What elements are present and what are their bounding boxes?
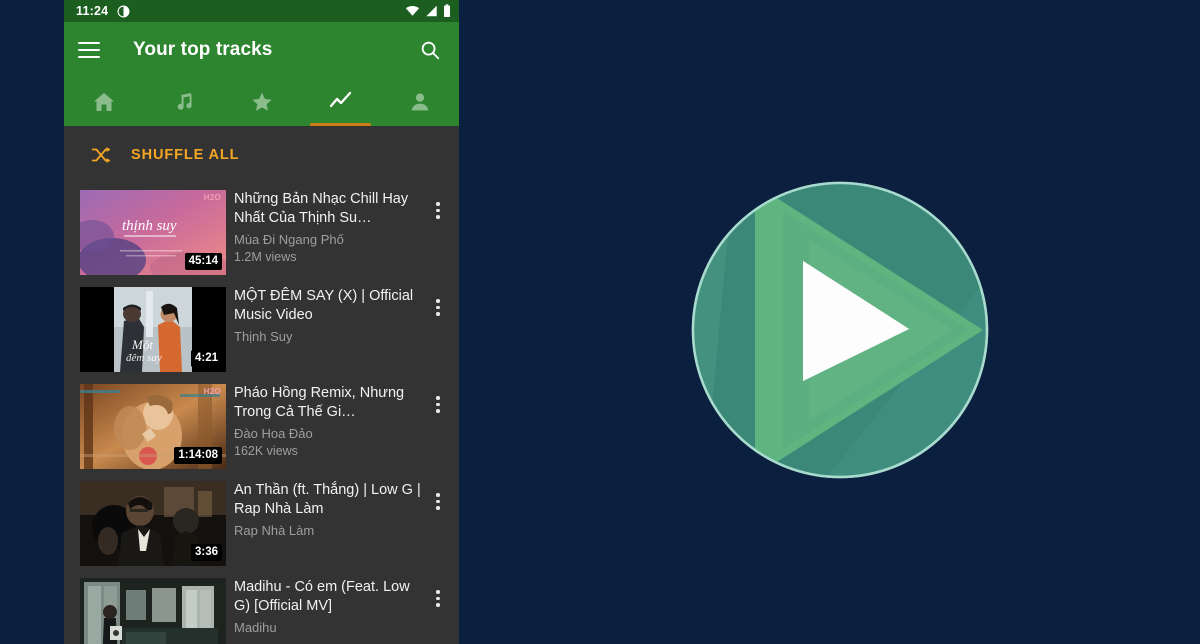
tab-active-indicator — [310, 123, 371, 126]
hd-badge: H2O — [203, 387, 221, 396]
tab-bar — [64, 78, 459, 126]
duration-badge: 1:14:08 — [174, 446, 222, 464]
track-artist: Madihu — [234, 620, 277, 635]
track-row[interactable]: Một đêm say 4:21 MỘT ĐÊM SAY (X) | Offic… — [64, 281, 459, 378]
wifi-icon — [405, 6, 420, 16]
track-title: Những Bản Nhạc Chill Hay Nhất Của Thịnh … — [234, 191, 409, 226]
do-not-disturb-icon — [117, 5, 130, 18]
star-icon — [251, 92, 272, 111]
track-artist: Thịnh Suy — [234, 329, 293, 344]
svg-text:đêm say: đêm say — [126, 352, 162, 364]
home-icon — [93, 93, 114, 111]
track-artist: Mùa Đi Ngang Phố — [234, 232, 344, 247]
track-title: An Thần (ft. Thắng) | Low G | Rap Nhà Là… — [234, 482, 421, 517]
phone-screen: 11:24 Your top tracks SHUFFLE ALL thịnh … — [64, 0, 459, 644]
screen-root: 11:24 Your top tracks SHUFFLE ALL thịnh … — [0, 0, 1200, 644]
track-meta: Madihu - Có em (Feat. Low G) [Official M… — [226, 578, 425, 637]
ymusic-play-logo — [691, 181, 989, 479]
music-note-icon — [177, 93, 192, 110]
more-vertical-icon[interactable] — [425, 481, 451, 510]
hamburger-menu-icon[interactable] — [78, 34, 110, 66]
more-vertical-icon[interactable] — [425, 190, 451, 219]
svg-text:Một: Một — [131, 337, 153, 352]
tab-favorite[interactable] — [222, 78, 301, 126]
battery-icon — [444, 4, 450, 18]
track-meta: An Thần (ft. Thắng) | Low G | Rap Nhà Là… — [226, 481, 425, 540]
duration-badge: 3:36 — [190, 543, 222, 561]
duration-badge: 4:21 — [190, 349, 222, 367]
content-area: SHUFFLE ALL thịnh suy H2O 45:14 Những Bả… — [64, 126, 459, 644]
signal-icon — [426, 5, 437, 17]
track-row[interactable]: H2O 1:14:08 Pháo Hồng Remix, Nhưng Trong… — [64, 378, 459, 475]
more-vertical-icon[interactable] — [425, 578, 451, 607]
app-bar: Your top tracks — [64, 22, 459, 78]
duration-badge: 45:14 — [184, 252, 222, 270]
status-right-icons — [405, 4, 451, 18]
shuffle-icon — [91, 146, 111, 164]
track-meta: Pháo Hồng Remix, Nhưng Trong Cả Thế Gi… … — [226, 384, 425, 460]
more-vertical-icon[interactable] — [425, 287, 451, 316]
track-thumbnail[interactable]: Một đêm say 4:21 — [80, 287, 226, 372]
track-thumbnail[interactable]: thịnh suy H2O 45:14 — [80, 190, 226, 275]
search-icon[interactable] — [415, 35, 445, 65]
hd-badge: H2O — [203, 193, 221, 202]
track-artist: Đào Hoa Đảo — [234, 426, 313, 441]
tab-music[interactable] — [143, 78, 222, 126]
track-thumbnail[interactable]: H2O 1:14:08 — [80, 384, 226, 469]
track-row[interactable]: Madihu - Có em (Feat. Low G) [Official M… — [64, 572, 459, 644]
track-title: MỘT ĐÊM SAY (X) | Official Music Video — [234, 288, 414, 323]
status-bar: 11:24 — [64, 0, 459, 22]
track-list: thịnh suy H2O 45:14 Những Bản Nhạc Chill… — [64, 184, 459, 644]
tab-trending[interactable] — [301, 78, 380, 126]
tab-home[interactable] — [64, 78, 143, 126]
status-time: 11:24 — [76, 3, 109, 18]
track-meta: Những Bản Nhạc Chill Hay Nhất Của Thịnh … — [226, 190, 425, 266]
shuffle-all-label: SHUFFLE ALL — [131, 147, 240, 163]
track-thumbnail[interactable] — [80, 578, 226, 644]
shuffle-all-button[interactable]: SHUFFLE ALL — [64, 126, 459, 184]
track-title: Pháo Hồng Remix, Nhưng Trong Cả Thế Gi… — [234, 385, 405, 420]
track-meta: MỘT ĐÊM SAY (X) | Official Music Video T… — [226, 287, 425, 346]
track-views: 162K views — [234, 444, 298, 458]
more-vertical-icon[interactable] — [425, 384, 451, 413]
track-row[interactable]: thịnh suy H2O 45:14 Những Bản Nhạc Chill… — [64, 184, 459, 281]
thumbnail-image — [80, 578, 226, 644]
trending-up-icon — [329, 91, 351, 108]
person-icon — [411, 93, 428, 111]
track-title: Madihu - Có em (Feat. Low G) [Official M… — [234, 579, 410, 614]
svg-text:thịnh suy: thịnh suy — [122, 218, 177, 234]
track-views: 1.2M views — [234, 250, 297, 264]
page-title: Your top tracks — [133, 39, 273, 60]
track-row[interactable]: 3:36 An Thần (ft. Thắng) | Low G | Rap N… — [64, 475, 459, 572]
tab-account[interactable] — [380, 78, 459, 126]
track-artist: Rap Nhà Làm — [234, 523, 315, 538]
track-thumbnail[interactable]: 3:36 — [80, 481, 226, 566]
